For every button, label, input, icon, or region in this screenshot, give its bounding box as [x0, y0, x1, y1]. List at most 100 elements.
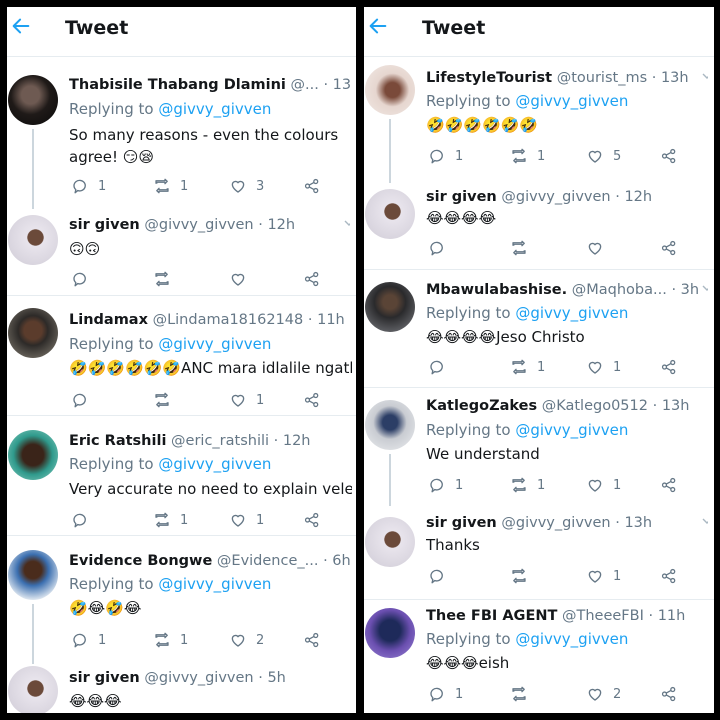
share-button[interactable]: [660, 145, 678, 167]
author-handle[interactable]: @TheeeFBI: [562, 608, 644, 624]
reply-button[interactable]: [428, 565, 455, 587]
author-handle[interactable]: @tourist_ms: [557, 70, 647, 86]
tweet-item[interactable]: sir given @givvy_givven · 12h 🙃🙃: [7, 210, 356, 295]
retweet-button[interactable]: [510, 565, 537, 587]
like-button[interactable]: 5: [586, 145, 621, 167]
author-name[interactable]: Thabisile Thabang Dlamini: [69, 77, 286, 93]
retweet-button[interactable]: 1: [153, 629, 188, 651]
retweet-button[interactable]: [153, 268, 180, 290]
author-handle[interactable]: @givvy_givven: [501, 515, 610, 531]
share-button[interactable]: [303, 629, 321, 651]
like-button[interactable]: [229, 268, 256, 290]
share-button[interactable]: [303, 175, 321, 197]
reply-button[interactable]: [71, 268, 98, 290]
like-button[interactable]: 3: [229, 175, 264, 197]
author-handle[interactable]: @eric_ratshili: [171, 433, 269, 449]
author-name[interactable]: sir given: [69, 217, 140, 233]
reply-button[interactable]: 1: [71, 175, 106, 197]
tweet-item[interactable]: LifestyleTourist @tourist_ms · 13h Reply…: [364, 59, 714, 183]
avatar[interactable]: [8, 215, 58, 265]
tweet-item[interactable]: KatlegoZakes @Katlego0512 · 13h Replying…: [364, 387, 714, 506]
share-button[interactable]: [303, 509, 321, 531]
author-name[interactable]: Thee FBI AGENT: [426, 608, 557, 624]
like-button[interactable]: 1: [229, 389, 264, 411]
tweet-item[interactable]: Evidence Bongwe @Evidence_... · 6h Reply…: [7, 535, 356, 664]
reply-button[interactable]: 1: [428, 474, 463, 496]
avatar[interactable]: [365, 608, 415, 658]
retweet-button[interactable]: 1: [153, 509, 188, 531]
author-handle[interactable]: @...: [291, 77, 319, 93]
tweet-item[interactable]: sir given @givvy_givven · 13h Thanks 1: [364, 505, 714, 599]
chevron-down-icon[interactable]: [702, 284, 708, 292]
author-name[interactable]: Eric Ratshili: [69, 433, 166, 449]
reply-button[interactable]: 1: [428, 683, 463, 705]
avatar[interactable]: [8, 75, 58, 125]
author-handle[interactable]: @givvy_givven: [144, 670, 253, 686]
reply-button[interactable]: 1: [428, 145, 463, 167]
tweet-item[interactable]: sir given @givvy_givven · 12h 😂😂😂😂: [364, 183, 714, 269]
reply-button[interactable]: [428, 237, 455, 259]
avatar[interactable]: [365, 517, 415, 567]
like-button[interactable]: 1: [586, 474, 621, 496]
like-button[interactable]: 2: [586, 683, 621, 705]
like-button[interactable]: 2: [229, 629, 264, 651]
retweet-button[interactable]: 1: [510, 356, 545, 378]
chevron-down-icon[interactable]: [702, 517, 708, 525]
author-name[interactable]: Mbawulabashise.: [426, 282, 567, 298]
replying-to-handle[interactable]: @givvy_givven: [158, 575, 271, 593]
arrow-left-icon[interactable]: [367, 15, 389, 37]
share-button[interactable]: [660, 565, 678, 587]
reply-button[interactable]: [428, 356, 455, 378]
avatar[interactable]: [365, 189, 415, 239]
avatar[interactable]: [365, 400, 415, 450]
like-button[interactable]: 1: [586, 356, 621, 378]
author-handle[interactable]: @Evidence_...: [217, 553, 319, 569]
author-handle[interactable]: @Lindama18162148: [153, 312, 304, 328]
author-name[interactable]: sir given: [426, 515, 497, 531]
tweet-item[interactable]: Eric Ratshili @eric_ratshili · 12h Reply…: [7, 415, 356, 535]
author-name[interactable]: Lindamax: [69, 312, 148, 328]
avatar[interactable]: [365, 282, 415, 332]
replying-to-handle[interactable]: @givvy_givven: [515, 92, 628, 110]
chevron-down-icon[interactable]: [702, 72, 708, 80]
replying-to-handle[interactable]: @givvy_givven: [515, 421, 628, 439]
replying-to-handle[interactable]: @givvy_givven: [515, 304, 628, 322]
author-name[interactable]: Evidence Bongwe: [69, 553, 212, 569]
reply-button[interactable]: [71, 509, 98, 531]
share-button[interactable]: [660, 683, 678, 705]
author-name[interactable]: KatlegoZakes: [426, 398, 537, 414]
like-button[interactable]: [586, 237, 613, 259]
retweet-button[interactable]: 1: [153, 175, 188, 197]
replying-to-handle[interactable]: @givvy_givven: [158, 455, 271, 473]
avatar[interactable]: [8, 430, 58, 480]
tweet-item[interactable]: Mbawulabashise. @Maqhoba... · 3h Replyin…: [364, 269, 714, 387]
author-name[interactable]: LifestyleTourist: [426, 70, 552, 86]
reply-button[interactable]: 1: [71, 629, 106, 651]
retweet-button[interactable]: [510, 683, 537, 705]
replying-to-handle[interactable]: @givvy_givven: [515, 630, 628, 648]
avatar[interactable]: [8, 666, 58, 713]
retweet-button[interactable]: 1: [510, 474, 545, 496]
like-button[interactable]: 1: [229, 509, 264, 531]
author-handle[interactable]: @Maqhoba...: [572, 282, 667, 298]
author-handle[interactable]: @givvy_givven: [144, 217, 253, 233]
avatar[interactable]: [8, 550, 58, 600]
retweet-button[interactable]: [510, 237, 537, 259]
tweet-item[interactable]: Thabisile Thabang Dlamini @... · 13h Rep…: [7, 65, 356, 210]
retweet-button[interactable]: [153, 389, 180, 411]
like-button[interactable]: 1: [586, 565, 621, 587]
reply-button[interactable]: [71, 389, 98, 411]
author-handle[interactable]: @Katlego0512: [542, 398, 648, 414]
share-button[interactable]: [303, 268, 321, 290]
share-button[interactable]: [660, 237, 678, 259]
tweet-item[interactable]: Thee FBI AGENT @TheeeFBI · 11h Replying …: [364, 599, 714, 713]
retweet-button[interactable]: 1: [510, 145, 545, 167]
tweet-item[interactable]: sir given @givvy_givven · 5h 😂😂😂: [7, 663, 356, 713]
chevron-down-icon[interactable]: [344, 219, 350, 227]
share-button[interactable]: [303, 389, 321, 411]
replying-to-handle[interactable]: @givvy_givven: [158, 100, 271, 118]
author-name[interactable]: sir given: [426, 189, 497, 205]
share-button[interactable]: [660, 356, 678, 378]
share-button[interactable]: [660, 474, 678, 496]
replying-to-handle[interactable]: @givvy_givven: [158, 335, 271, 353]
